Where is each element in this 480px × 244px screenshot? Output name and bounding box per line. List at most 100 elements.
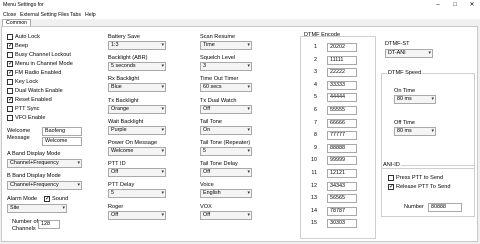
vfo-enable-checkbox[interactable] (7, 115, 13, 121)
close-window-button[interactable]: ✕ (466, 0, 478, 10)
ptt-delay-select[interactable]: 5 ▾ (108, 189, 166, 199)
reset-enabled-label: Reset Enabled (15, 97, 52, 103)
chevron-down-icon: ▾ (77, 182, 80, 188)
dtmf-code-input[interactable]: 77777 (327, 131, 357, 141)
dtmf-code-input[interactable]: 78787 (327, 206, 357, 216)
dtmf-code-input[interactable]: 55555 (327, 106, 357, 115)
time-out-timer-select[interactable]: 60 secs ▾ (200, 83, 252, 93)
chevron-down-icon: ▾ (247, 126, 250, 133)
chevron-down-icon: ▾ (161, 105, 164, 112)
dtmf-code-input[interactable]: 66666 (327, 118, 357, 128)
minimize-button[interactable]: – (432, 0, 444, 10)
squelch-level-label: Squelch Level (200, 55, 236, 62)
maximize-button[interactable]: □ (449, 0, 461, 10)
power-on-message-select[interactable]: Welcome ▾ (108, 147, 166, 156)
tail-tone-select[interactable]: On ▾ (200, 125, 252, 135)
busy-channel-lockout-checkbox[interactable] (7, 52, 13, 58)
backlight-abr-label: Backlight (ABR) (108, 55, 148, 62)
tail-tone-repeater-value: 5 (203, 148, 206, 154)
number-of-channels-label-line2: Channels (12, 226, 36, 232)
backlight-abr-select[interactable]: 5 seconds ▾ (108, 62, 166, 72)
ani-id-label: ANI-ID (382, 162, 401, 168)
dtmf-code-input[interactable]: 44444 (327, 93, 357, 103)
message-label: Message (7, 135, 30, 141)
dtmf-speed-label: DTMF Speed (387, 70, 423, 76)
tail-tone-repeater-select[interactable]: 5 ▾ (200, 147, 252, 156)
dtmf-code-input[interactable]: 20202 (327, 43, 357, 52)
dtmf-code-input[interactable]: 30303 (327, 219, 357, 229)
time-out-timer-value: 60 secs (203, 84, 222, 91)
menu-in-channel-mode-checkbox[interactable]: ✓ (7, 61, 13, 67)
rx-backlight-select[interactable]: Blue ▾ (108, 83, 166, 93)
roger-select[interactable]: Off ▾ (108, 210, 166, 220)
window-title: Menu Settings for (3, 2, 44, 8)
reset-enabled-checkbox[interactable]: ✓ (7, 97, 13, 103)
ani-number-label: Number (404, 204, 424, 210)
dtmf-code-input[interactable]: 22222 (327, 68, 357, 78)
dtmf-code-input[interactable]: 88888 (327, 143, 357, 153)
vox-select[interactable]: Off ▾ (200, 210, 252, 220)
a-band-display-select[interactable]: Channel+Frequency ▾ (7, 159, 82, 168)
dtmf-row-number: 8 (314, 132, 317, 139)
tx-backlight-value: Orange (111, 105, 129, 112)
chevron-down-icon: ▾ (161, 211, 164, 218)
dual-watch-enable-checkbox[interactable] (7, 88, 13, 94)
dtmf-row-number: 6 (314, 107, 317, 113)
tail-tone-delay-label: Tail Tone Delay (200, 161, 238, 168)
dtmf-code-input[interactable]: 12121 (327, 169, 357, 178)
menu-external-setting-files[interactable]: External Setting Files (20, 12, 69, 18)
welcome-label: Welcome (7, 128, 31, 134)
voice-label: Voice (200, 182, 214, 189)
welcome-line1-input[interactable]: Baofeng (42, 127, 82, 136)
chevron-down-icon: ▾ (247, 211, 250, 218)
on-time-select[interactable]: 80 ms ▾ (394, 95, 436, 104)
b-band-display-select[interactable]: Channel+Frequency ▾ (7, 181, 82, 190)
ani-number-input[interactable]: 80888 (428, 203, 462, 212)
wait-backlight-select[interactable]: Purple ▾ (108, 125, 166, 135)
dtmf-code-input[interactable]: 11111 (327, 55, 357, 65)
tx-dual-watch-select[interactable]: Off ▾ (200, 104, 252, 114)
voice-select[interactable]: English ▾ (200, 189, 252, 199)
chevron-down-icon: ▾ (247, 169, 250, 176)
fm-radio-enabled-checkbox[interactable]: ✓ (7, 70, 13, 76)
release-ptt-label: Release PTT To Send (396, 184, 451, 190)
fm-radio-enabled-label: FM Radio Enabled (15, 70, 62, 76)
menu-help[interactable]: Help (85, 12, 96, 18)
dtmf-code-input[interactable]: 33333 (327, 80, 357, 90)
chevron-down-icon: ▾ (62, 205, 65, 211)
rx-backlight-label: Rx Backlight (108, 76, 140, 83)
release-ptt-checkbox[interactable]: ✓ (388, 184, 394, 190)
scan-resume-value: Time (203, 42, 215, 48)
dtmf-code-input[interactable]: 56565 (327, 194, 357, 204)
tx-backlight-select[interactable]: Orange ▾ (108, 104, 166, 114)
battery-save-select[interactable]: 1:3 ▾ (108, 41, 166, 50)
sound-checkbox[interactable]: ✓ (44, 196, 50, 202)
beep-label: Beep (15, 43, 29, 49)
chevron-down-icon: ▾ (77, 160, 80, 166)
auto-lock-checkbox[interactable] (7, 34, 13, 40)
menu-tabs[interactable]: Tabs (70, 12, 81, 18)
alarm-mode-select[interactable]: Site ▾ (7, 204, 67, 213)
menu-bar: Close External Setting Files Tabs Help (0, 10, 480, 19)
key-lock-checkbox[interactable] (7, 79, 13, 85)
press-ptt-checkbox[interactable] (388, 175, 394, 181)
squelch-level-select[interactable]: 3 ▾ (200, 62, 252, 72)
ptt-delay-value: 5 (111, 190, 114, 197)
menu-close[interactable]: Close (3, 12, 16, 18)
ptt-id-select[interactable]: Off ▾ (108, 168, 166, 178)
scan-resume-select[interactable]: Time ▾ (200, 41, 252, 50)
dtmf-code-input[interactable]: 34343 (327, 181, 357, 191)
beep-checkbox[interactable]: ✓ (7, 43, 13, 49)
chevron-down-icon: ▾ (247, 190, 250, 197)
dtmf-st-select[interactable]: DT-ANI ▾ (385, 49, 433, 58)
off-time-select[interactable]: 80 ms ▾ (394, 127, 436, 136)
ptt-sync-checkbox[interactable] (7, 106, 13, 112)
chevron-down-icon: ▾ (161, 190, 164, 197)
number-of-channels-input[interactable]: 128 (38, 220, 60, 229)
chevron-down-icon: ▾ (428, 50, 431, 56)
dtmf-code-input[interactable]: 99999 (327, 156, 357, 166)
welcome-line2-input[interactable]: Welcome (42, 137, 82, 146)
tail-tone-delay-select[interactable]: Off ▾ (200, 168, 252, 178)
dtmf-row-number: 15 (311, 220, 317, 227)
dtmf-row-number: 2 (314, 56, 317, 63)
